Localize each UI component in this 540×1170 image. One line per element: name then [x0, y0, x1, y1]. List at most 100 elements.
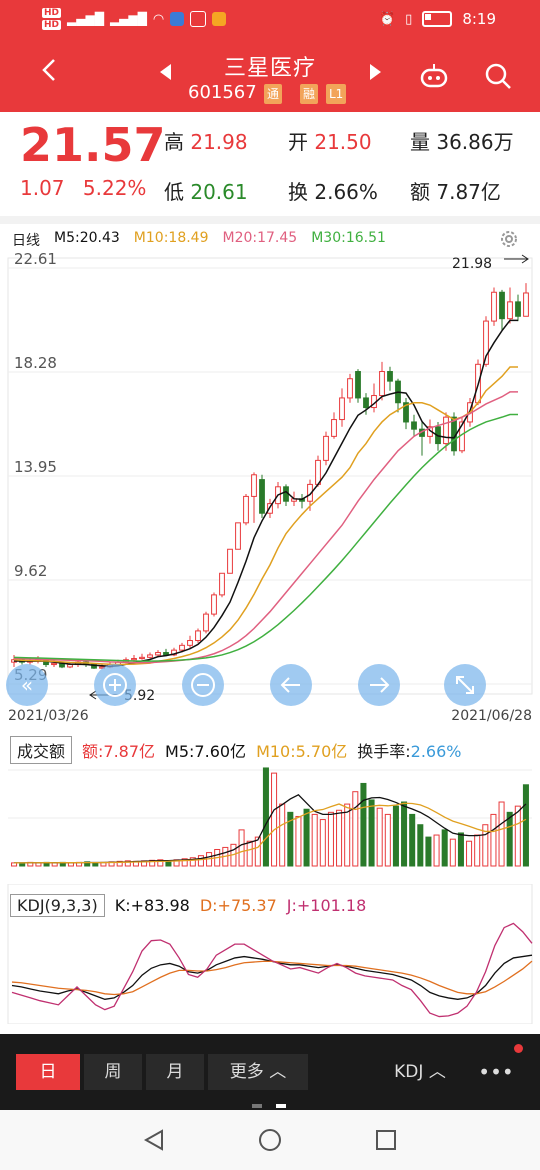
svg-text:«: « [21, 673, 33, 697]
candle-body [67, 664, 73, 668]
next-stock-icon[interactable] [370, 64, 381, 80]
candle-body [387, 371, 393, 382]
arrow-right-icon [370, 677, 390, 693]
volume-chart[interactable] [0, 730, 540, 874]
volume-bar [417, 824, 424, 867]
candle-body [227, 548, 233, 574]
zoom-in-button[interactable] [94, 664, 136, 706]
volume-bar [344, 803, 351, 867]
expand-icon [456, 676, 474, 694]
hand-icon [190, 11, 207, 27]
candle-body [323, 435, 329, 461]
system-nav-bar [0, 1110, 540, 1170]
more-menu-button[interactable]: ••• [470, 1054, 522, 1090]
status-right: ⏰ ▯ 8:19 [379, 10, 496, 28]
kdj-chart[interactable] [0, 884, 540, 1024]
page-indicator-2 [276, 1104, 286, 1108]
candle-body [339, 397, 345, 421]
candle-body [355, 371, 361, 399]
volume-bar [262, 767, 269, 867]
volume-ma10-line [14, 802, 527, 864]
gear-icon[interactable] [498, 228, 520, 250]
current-price: 21.57 [20, 118, 166, 172]
hd-badge-1: HD [42, 8, 62, 18]
fullscreen-button[interactable] [444, 664, 486, 706]
candle-body [491, 291, 497, 322]
volume-bar [368, 799, 375, 867]
wifi-icon: ◠ [152, 11, 165, 27]
tab-month[interactable]: 月 [146, 1054, 204, 1090]
ma5-label: M5:20.43 [54, 230, 120, 246]
volume-bar [319, 819, 326, 867]
zoom-out-button[interactable] [182, 664, 224, 706]
tab-day[interactable]: 日 [16, 1054, 80, 1090]
tab-more[interactable]: 更多 ︿ [208, 1054, 308, 1090]
arrow-left-icon [280, 677, 300, 693]
volume-bar [197, 855, 204, 867]
zoom-out-icon [191, 673, 215, 697]
hd-badge-2: HD [42, 20, 62, 30]
high-field: 高 21.98 [164, 130, 248, 154]
change-value: 1.07 [20, 176, 65, 200]
candle-body [179, 644, 185, 651]
nav-recents-icon[interactable] [374, 1128, 398, 1152]
volume-bar [409, 813, 416, 867]
y-tick-label: 22.61 [14, 252, 57, 268]
high-value: 21.98 [190, 130, 248, 154]
candle-body [331, 419, 337, 437]
nav-back-icon[interactable] [142, 1128, 166, 1152]
stock-name: 三星医疗 [223, 56, 316, 81]
open-field: 开 21.50 [288, 130, 372, 154]
volume-bar [466, 840, 473, 867]
candle-body [235, 522, 241, 550]
candle-body [131, 658, 137, 661]
date-end: 2021/06/28 [451, 708, 532, 724]
alarm-icon: ⏰ [378, 11, 396, 27]
volume-bar [376, 807, 383, 867]
low-field: 低 20.61 [164, 180, 248, 204]
volume-bar [311, 813, 318, 867]
kdj-j-line [11, 922, 533, 1018]
y-tick-label: 13.95 [14, 458, 57, 476]
candle-body [51, 662, 57, 666]
volume-bar [303, 808, 310, 867]
nav-home-icon[interactable] [258, 1128, 282, 1152]
app-notification-icon [170, 12, 185, 26]
tag-l1: L1 [326, 84, 347, 104]
turnover-field: 换 2.66% [288, 180, 378, 204]
volume-bar [238, 829, 245, 867]
tag-rong: 融 [300, 84, 319, 104]
ma20-label: M20:17.45 [222, 230, 298, 246]
candle-body [379, 371, 385, 397]
volume-bar [360, 782, 367, 867]
kdj-frame [7, 884, 533, 1024]
candle-body [211, 594, 217, 615]
scroll-right-button[interactable] [358, 664, 400, 706]
ma10-line [13, 366, 518, 666]
chevron-up-icon-2: ︿ [428, 1062, 446, 1082]
volume-bar [514, 805, 521, 867]
ma10-label: M10:18.49 [133, 230, 209, 246]
volume-bar [474, 834, 481, 867]
candle-body [195, 630, 201, 642]
search-icon[interactable] [482, 60, 514, 92]
candle-body [187, 640, 193, 646]
indicator-selector[interactable]: KDJ ︿ [380, 1054, 460, 1090]
candle-body [363, 397, 369, 409]
low-value: 20.61 [190, 180, 248, 204]
volume-bar [246, 840, 253, 867]
volume-bar [271, 772, 278, 867]
open-value: 21.50 [314, 130, 372, 154]
volume-bar [92, 862, 99, 867]
robot-icon[interactable] [418, 60, 450, 92]
battery-icon [422, 11, 453, 27]
signal-icon: ▂▄▆█ [67, 12, 104, 26]
page-indicator-1 [252, 1104, 262, 1108]
scroll-left-button[interactable] [270, 664, 312, 706]
tab-week[interactable]: 周 [84, 1054, 142, 1090]
candle-body [147, 654, 153, 658]
rewind-button[interactable]: « [6, 664, 48, 706]
candle-body [243, 495, 249, 524]
period-label[interactable]: 日线 [12, 230, 40, 250]
kline-chart[interactable]: 22.6118.2813.959.625.2921.985.92 [0, 252, 540, 704]
